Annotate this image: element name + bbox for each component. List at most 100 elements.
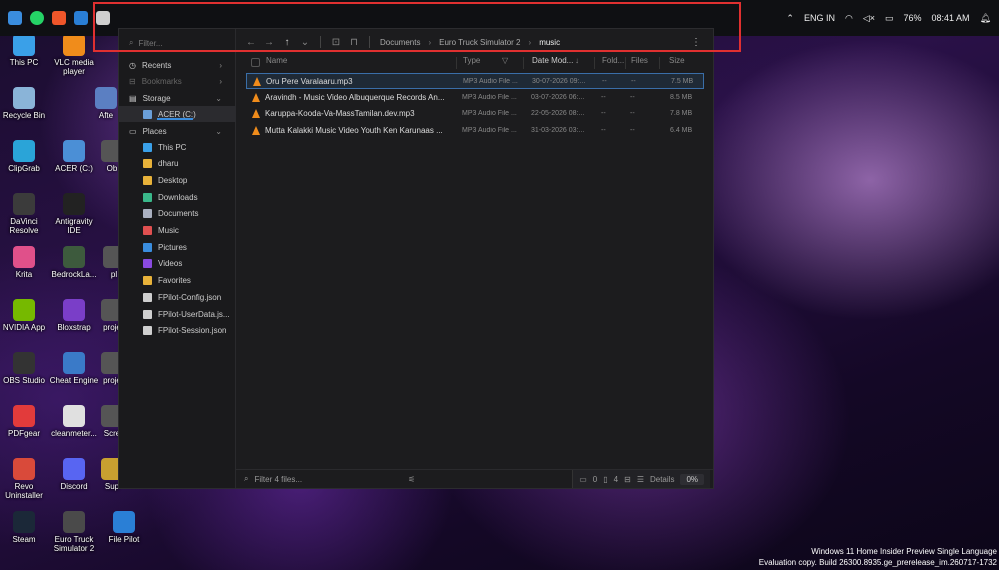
file-date: 03-07-2026 06:... [531, 93, 585, 101]
sidebar-item[interactable]: FPilot-Config.json [119, 289, 236, 305]
desktop-icon[interactable]: DaVinci Resolve [0, 193, 50, 235]
sidebar-filter-input[interactable]: Filter... [138, 39, 162, 48]
column-header: Name Type ▽ Date Mod... ↓ Fold... Files … [236, 56, 713, 70]
desktop-icon[interactable]: PDFgear [0, 405, 50, 438]
column-divider[interactable] [456, 57, 457, 69]
app-icon [13, 140, 35, 162]
history-dropdown-icon[interactable]: ⌄ [296, 37, 314, 48]
wifi-icon[interactable]: ◠ [845, 13, 853, 24]
file-row[interactable]: Mutta Kalakki Music Video Youth Ken Karu… [246, 123, 704, 139]
column-divider[interactable] [594, 57, 595, 69]
desktop-icon-label: Krita [15, 270, 33, 279]
sidebar-item-label: Documents [158, 209, 199, 219]
sidebar-item[interactable]: Pictures [119, 239, 236, 255]
drive-icon [143, 109, 152, 119]
lock-icon[interactable]: ⊡ [327, 37, 345, 48]
sidebar-item-label: Music [158, 226, 179, 235]
app-icon[interactable] [96, 11, 110, 25]
breadcrumb-music[interactable]: music [539, 38, 560, 47]
brave-icon[interactable] [52, 11, 66, 25]
language-indicator[interactable]: ENG IN [804, 13, 835, 23]
desktop-icon[interactable]: Steam [0, 511, 50, 544]
column-name[interactable]: Name [266, 56, 287, 65]
sidebar-item[interactable]: FPilot-Session.json [119, 323, 236, 339]
whatsapp-icon[interactable] [30, 11, 44, 25]
sidebar-filter[interactable]: ⌕ Filter... [125, 34, 230, 52]
sidebar-item[interactable]: FPilot-UserData.js... [119, 306, 236, 322]
column-folders[interactable]: Fold... [602, 56, 624, 65]
column-divider[interactable] [523, 57, 524, 69]
sidebar-item[interactable]: This PC [119, 139, 236, 155]
file-row[interactable]: Aravindh - Music Video Albuquerque Recor… [246, 90, 704, 106]
computer-icon [143, 142, 152, 152]
file-row[interactable]: Karuppa-Kooda-Va-MassTamilan.dev.mp3 MP3 … [246, 106, 704, 122]
sidebar-drive[interactable]: ACER (C:) [119, 106, 236, 122]
file-folders: -- [601, 93, 606, 101]
column-size[interactable]: Size [669, 56, 685, 65]
back-arrow-icon[interactable]: ← [242, 37, 260, 48]
column-type[interactable]: Type [463, 56, 480, 65]
notification-icon[interactable]: 🔔︎ [980, 13, 991, 24]
file-filter-input[interactable]: Filter 4 files... [254, 475, 302, 484]
up-arrow-icon[interactable]: ↑ [278, 37, 296, 48]
desktop-icon[interactable]: NVIDIA App [0, 299, 50, 332]
sidebar-bookmarks[interactable]: ⊟ Bookmarks › [119, 73, 236, 89]
battery-icon[interactable]: ▭ [885, 13, 894, 24]
bookmark-icon[interactable]: ⊓ [345, 37, 363, 48]
sidebar-places-label: Places [142, 126, 167, 136]
column-divider[interactable] [625, 57, 626, 69]
volume-icon[interactable]: ◁× [863, 13, 875, 24]
chevron-up-icon[interactable]: ⌃ [786, 13, 794, 24]
desktop-icon[interactable]: Antigravity IDE [48, 193, 100, 235]
sidebar-item[interactable]: Favorites [119, 273, 236, 289]
file-row[interactable]: Oru Pere Varalaaru.mp3 MP3 Audio File ...… [246, 73, 704, 89]
windows-watermark: Windows 11 Home Insider Preview Single L… [759, 546, 997, 568]
vlc-file-icon [252, 126, 260, 136]
file-pilot-icon[interactable] [74, 11, 88, 25]
desktop-icon-label: Euro Truck Simulator 2 [53, 535, 95, 553]
filter-options-icon[interactable]: ⚟ [408, 475, 415, 484]
select-all-checkbox[interactable] [251, 58, 260, 67]
file-name: Mutta Kalakki Music Video Youth Ken Karu… [265, 126, 443, 136]
sidebar-item[interactable]: Videos [119, 256, 236, 272]
file-name: Aravindh - Music Video Albuquerque Recor… [265, 92, 445, 102]
desktop-icon[interactable]: This PC [0, 34, 50, 67]
storage-icon: ▤ [129, 93, 137, 103]
desktop-icon[interactable]: Recycle Bin [0, 87, 50, 120]
sidebar-recents[interactable]: ◷ Recents › [119, 57, 236, 73]
app-icon [13, 352, 35, 374]
desktop-icon[interactable]: OBS Studio [0, 352, 50, 385]
desktop-icon[interactable]: Euro Truck Simulator 2 [48, 511, 100, 553]
desktop-icon[interactable]: File Pilot [98, 511, 150, 544]
forward-arrow-icon[interactable]: → [260, 37, 278, 48]
breadcrumb-documents[interactable]: Documents [380, 38, 420, 47]
view-mode[interactable]: Details [650, 475, 674, 484]
file-size: 6.4 MB [670, 127, 693, 135]
desktop-icon[interactable]: Krita [0, 246, 50, 279]
sidebar-item-label: This PC [158, 142, 187, 152]
more-options-icon[interactable]: ⋮ [691, 37, 701, 48]
sidebar-storage[interactable]: ▤ Storage ⌄ [119, 90, 236, 106]
column-files[interactable]: Files [631, 56, 648, 65]
column-date[interactable]: Date Mod... [532, 56, 573, 65]
desktop-icon[interactable]: Revo Uninstaller [0, 458, 50, 500]
breadcrumb-euro-truck[interactable]: Euro Truck Simulator 2 [439, 38, 520, 47]
sidebar-item[interactable]: Documents [119, 206, 236, 222]
clock[interactable]: 08:41 AM [932, 13, 970, 23]
sidebar-item[interactable]: Music [119, 223, 236, 239]
zoom-percent[interactable]: 0% [680, 473, 704, 485]
filter-icon[interactable]: ▽ [502, 56, 508, 65]
sidebar-item[interactable]: dharu [119, 156, 236, 172]
sidebar-item[interactable]: Downloads [119, 189, 236, 205]
sidebar-places[interactable]: ▭ Places ⌄ [119, 123, 236, 139]
preview-pane-icon[interactable]: ⊟ [624, 475, 631, 484]
desktop-icon[interactable]: ClipGrab [0, 140, 50, 173]
start-icon[interactable] [8, 11, 22, 25]
desktop-icon[interactable]: VLC media player [48, 34, 100, 76]
details-view-icon[interactable]: ☰ [637, 475, 644, 484]
column-divider[interactable] [659, 57, 660, 69]
desktop-icon-label: Steam [12, 535, 36, 544]
file-filter[interactable]: ⌕ Filter 4 files... ⚟ [244, 474, 415, 484]
sidebar-item[interactable]: Desktop [119, 172, 236, 188]
desktop-icon-label: Revo Uninstaller [5, 482, 43, 500]
